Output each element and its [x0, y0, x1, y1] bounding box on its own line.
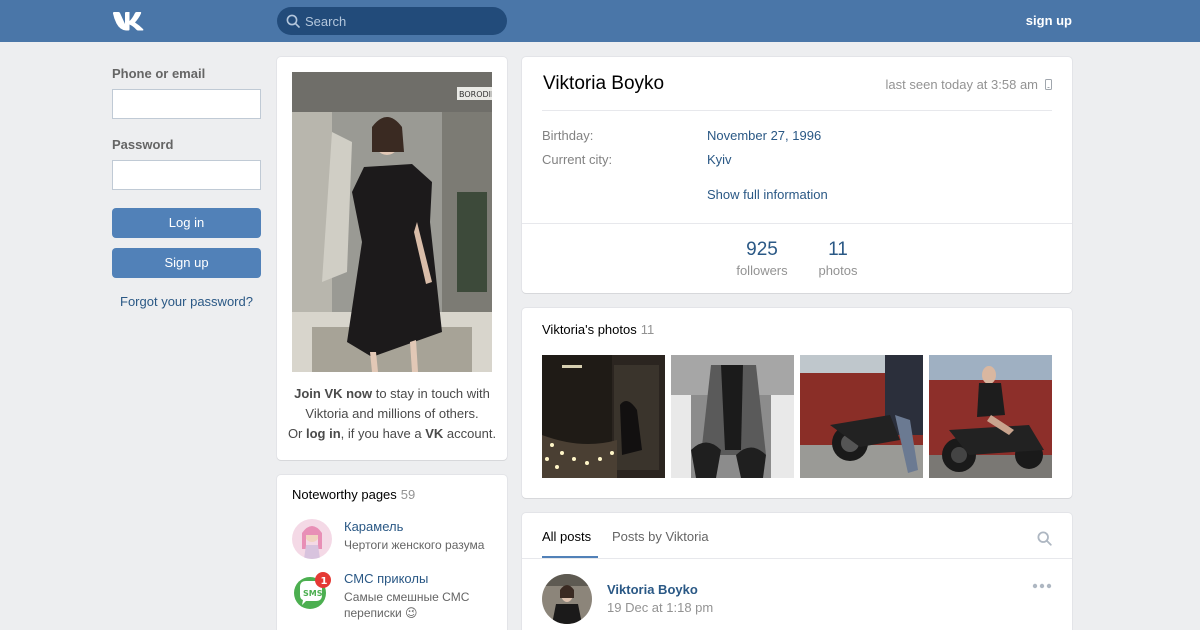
photo-thumbnail[interactable]	[929, 355, 1052, 478]
header-divider	[542, 110, 1052, 111]
show-full-info-link[interactable]: Show full information	[707, 187, 828, 202]
search-input[interactable]: Search	[305, 14, 346, 29]
tabs-divider	[522, 558, 1072, 559]
profile-photo-card: BORODIN Join VK now to stay in touch wit…	[277, 57, 507, 460]
last-seen-status: last seen today at 3:58 am	[885, 77, 1038, 92]
photo-thumbnail[interactable]	[671, 355, 794, 478]
photos-title-count: 11	[640, 322, 655, 337]
birthday-label: Birthday:	[542, 128, 594, 143]
login-form: Phone or email Password Log in Sign up F…	[112, 66, 261, 309]
forgot-password-link[interactable]: Forgot your password?	[112, 294, 261, 309]
join-vk-link[interactable]: Join VK now	[294, 386, 372, 401]
search-icon[interactable]	[1037, 531, 1052, 546]
photos-card: Viktoria's photos 11	[522, 308, 1072, 498]
followers-count: 925	[746, 239, 778, 260]
post-author-avatar[interactable]	[542, 574, 592, 624]
login-inline-link[interactable]: log in	[306, 426, 341, 441]
mobile-phone-icon	[1045, 79, 1052, 90]
profile-photo[interactable]: BORODIN	[292, 72, 492, 372]
photos-title[interactable]: Viktoria's photos 11	[542, 322, 654, 337]
post-date-link[interactable]: 19 Dec at 1:18 pm	[607, 600, 713, 615]
phone-label: Phone or email	[112, 66, 206, 81]
password-input[interactable]	[112, 160, 261, 190]
top-bar: Search sign up	[0, 0, 1200, 42]
search-icon	[286, 14, 300, 28]
followers-label: followers	[736, 263, 788, 278]
vk-text: VK	[425, 426, 444, 441]
tab-posts-by-owner[interactable]: Posts by Viktoria	[612, 529, 709, 544]
signup-button[interactable]: Sign up	[112, 248, 261, 278]
notification-badge: 1	[321, 576, 328, 587]
phone-email-input[interactable]	[112, 89, 261, 119]
photos-counter[interactable]: 11 photos	[798, 239, 878, 278]
account-text: account.	[443, 426, 497, 441]
vk-logo-icon[interactable]	[112, 9, 146, 33]
search-bar[interactable]: Search	[277, 7, 507, 35]
page-description: Чертоги женского разума	[344, 538, 485, 552]
photo-thumbnail[interactable]	[800, 355, 923, 478]
page-avatar[interactable]: SMS 1	[292, 571, 332, 611]
noteworthy-count: 59	[400, 487, 416, 502]
followers-counter[interactable]: 925 followers	[722, 239, 802, 278]
stats-divider	[522, 223, 1072, 224]
photos-count: 11	[828, 239, 848, 260]
post-author-link[interactable]: Viktoria Boyko	[607, 582, 698, 597]
birthday-link[interactable]: November 27, 1996	[707, 128, 821, 143]
more-options-icon[interactable]	[1032, 583, 1052, 589]
svg-text:SMS: SMS	[303, 589, 323, 598]
header-signup-link[interactable]: sign up	[1026, 13, 1072, 28]
city-label: Current city:	[542, 152, 613, 167]
tab-all-posts[interactable]: All posts	[542, 529, 591, 544]
profile-info-card: Viktoria Boyko last seen today at 3:58 a…	[522, 57, 1072, 293]
page-name-link[interactable]: Карамель	[344, 519, 403, 534]
login-button[interactable]: Log in	[112, 208, 261, 238]
join-prompt: Join VK now to stay in touch with Viktor…	[287, 384, 497, 444]
photos-title-text: Viktoria's photos	[542, 322, 637, 337]
watermark-text: BORODIN	[459, 90, 492, 99]
photos-label: photos	[818, 263, 858, 278]
page-description: Самые смешные СМС переписки 😉	[344, 590, 470, 620]
photo-thumbnail[interactable]	[542, 355, 665, 478]
page-avatar[interactable]	[292, 519, 332, 559]
or-text: Or	[287, 426, 306, 441]
have-text: , if you have a	[340, 426, 426, 441]
noteworthy-title[interactable]: Noteworthy pages 59	[292, 487, 415, 502]
page-name-link[interactable]: СМС приколы	[344, 571, 428, 586]
noteworthy-pages-card: Noteworthy pages 59 Карамель Чертоги женс…	[277, 475, 507, 630]
profile-name: Viktoria Boyko	[543, 73, 665, 94]
noteworthy-title-text: Noteworthy pages	[292, 487, 397, 502]
password-label: Password	[112, 137, 174, 152]
posts-card: All posts Posts by Viktoria Viktoria Boy…	[522, 513, 1072, 630]
city-link[interactable]: Kyiv	[707, 152, 732, 167]
